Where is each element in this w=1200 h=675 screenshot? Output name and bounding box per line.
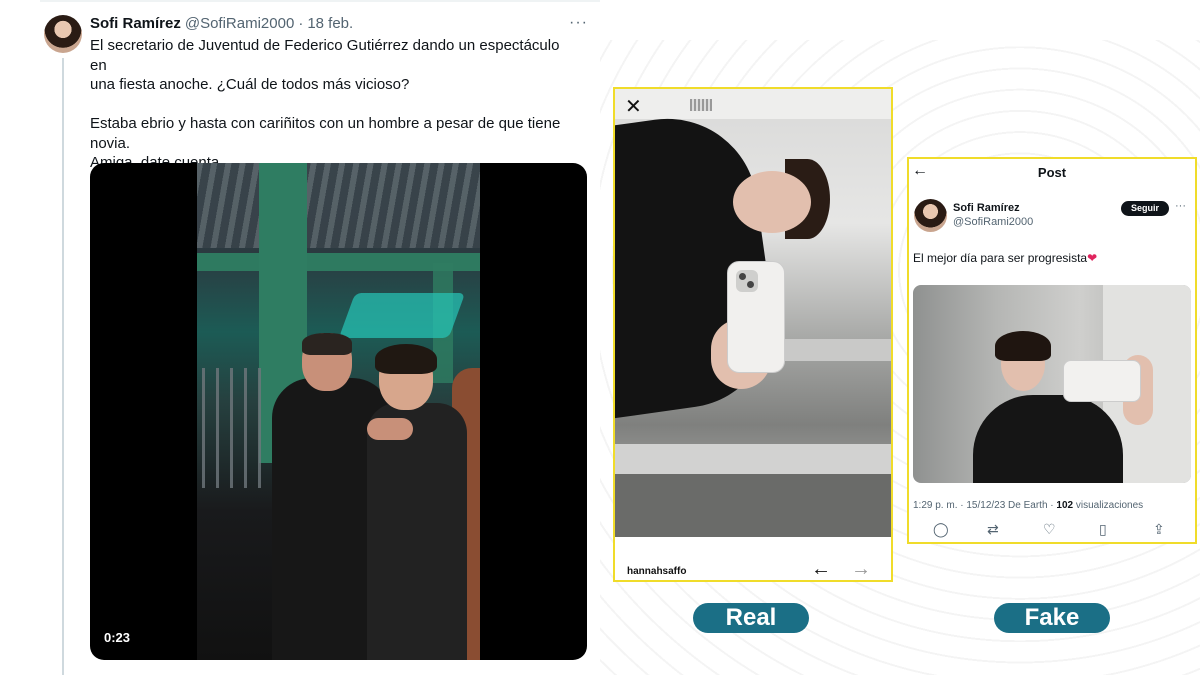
roof-structure bbox=[197, 163, 480, 248]
tweet-header: Sofi Ramírez @SofiRami2000 · 18 feb. bbox=[90, 15, 353, 32]
person-body bbox=[973, 395, 1123, 483]
arrow-left-icon[interactable]: ← bbox=[811, 558, 831, 581]
video-player[interactable] bbox=[90, 163, 587, 660]
author-name[interactable]: Sofi Ramírez bbox=[90, 15, 181, 32]
fake-label: Fake bbox=[994, 603, 1110, 633]
divider bbox=[40, 0, 600, 2]
fence bbox=[202, 368, 272, 488]
hand bbox=[367, 418, 413, 440]
post-text: El mejor día para ser progresista❤ bbox=[913, 251, 1097, 265]
action-bar: ◯ ⇄ ♡ ▯ ⇪ bbox=[909, 521, 1195, 541]
real-screenshot: ✕ bbox=[613, 87, 893, 582]
bookmark-icon[interactable]: ▯ bbox=[1099, 521, 1107, 538]
ceiling bbox=[615, 89, 891, 119]
more-icon[interactable]: ··· bbox=[1175, 200, 1186, 212]
floor-area bbox=[615, 474, 891, 537]
tweet-panel: Sofi Ramírez @SofiRami2000 · 18 feb. ··· El… bbox=[0, 0, 600, 675]
person-hair bbox=[995, 331, 1051, 361]
username[interactable]: hannahsaffo bbox=[627, 566, 686, 577]
avatar[interactable] bbox=[44, 15, 82, 53]
follow-button[interactable]: Seguir bbox=[1121, 201, 1169, 216]
views-count: 102 bbox=[1056, 500, 1074, 511]
page-title: Post bbox=[1037, 165, 1067, 180]
phone bbox=[1063, 360, 1141, 402]
post-meta: 1:29 p. m. · 15/12/23 De Earth · 102 vis… bbox=[913, 500, 1143, 511]
views-label: visualizaciones bbox=[1073, 500, 1144, 511]
tweet-text-line: novia. bbox=[90, 134, 131, 152]
tweet-text-line: Estaba ebrio y hasta con cariñitos con u… bbox=[90, 115, 561, 132]
close-icon[interactable]: ✕ bbox=[625, 94, 642, 119]
post-text-content: El mejor día para ser progresista bbox=[913, 251, 1088, 265]
video-frame[interactable] bbox=[197, 163, 480, 660]
retweet-icon[interactable]: ⇄ bbox=[987, 521, 999, 538]
tweet-text-line: El secretario de Juventud de Federico Gu… bbox=[90, 37, 560, 74]
author-handle[interactable]: @SofiRami2000 bbox=[185, 15, 294, 32]
separator: · bbox=[298, 15, 304, 32]
stage-light bbox=[338, 293, 466, 338]
fake-screenshot: ← Post Sofi Ramírez @SofiRami2000 Seguir… bbox=[907, 157, 1197, 544]
more-icon[interactable]: ··· bbox=[569, 14, 588, 32]
thread-line bbox=[62, 58, 64, 675]
video-duration: 0:23 bbox=[104, 630, 131, 645]
author-handle[interactable]: @SofiRami2000 bbox=[953, 216, 1033, 228]
vent bbox=[690, 99, 712, 111]
camera-lens bbox=[736, 270, 758, 292]
tweet-text: El secretario de Juventud de Federico Gu… bbox=[90, 36, 580, 173]
person-young-man bbox=[367, 344, 467, 660]
heart-icon: ❤ bbox=[1087, 251, 1098, 265]
post-timestamp[interactable]: 1:29 p. m. · 15/12/23 De Earth · bbox=[913, 500, 1056, 511]
tweet-text-line bbox=[90, 95, 580, 115]
like-icon[interactable]: ♡ bbox=[1043, 521, 1056, 538]
tweet-date[interactable]: 18 feb. bbox=[307, 15, 353, 32]
avatar[interactable] bbox=[914, 199, 947, 232]
post-image[interactable] bbox=[913, 285, 1191, 483]
reply-icon[interactable]: ◯ bbox=[933, 521, 949, 538]
arrow-right-icon[interactable]: → bbox=[851, 558, 871, 581]
shelf bbox=[615, 444, 891, 474]
mirror-selfie-photo bbox=[615, 89, 891, 537]
author-name[interactable]: Sofi Ramírez bbox=[953, 202, 1020, 214]
real-label: Real bbox=[693, 603, 809, 633]
phone bbox=[727, 261, 785, 373]
tweet-text-line: una fiesta anoche. ¿Cuál de todos más vi… bbox=[90, 76, 410, 93]
person-face bbox=[733, 171, 811, 233]
share-icon[interactable]: ⇪ bbox=[1153, 521, 1165, 538]
